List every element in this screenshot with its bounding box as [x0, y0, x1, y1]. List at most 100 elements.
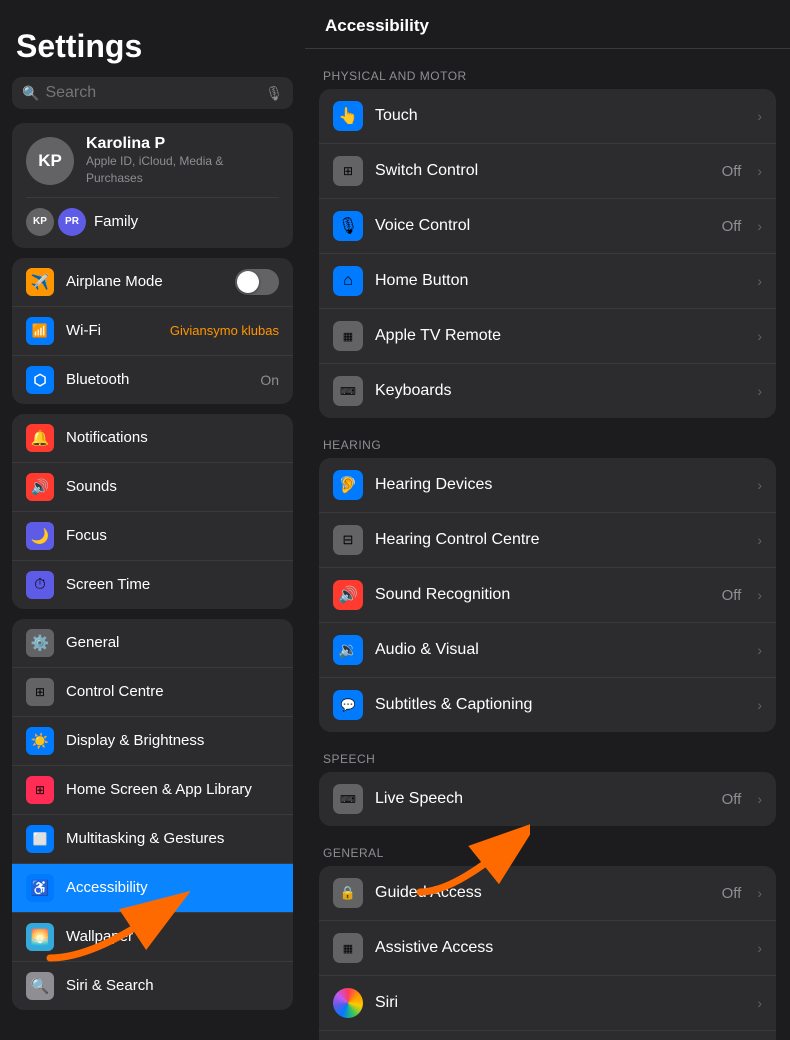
chevron-icon: ›	[757, 885, 762, 901]
wallpaper-icon: 🌅	[26, 923, 54, 951]
section-label-speech: SPEECH	[319, 752, 776, 766]
section-label-hearing: HEARING	[319, 438, 776, 452]
switch-control-value: Off	[722, 163, 742, 180]
hearing-devices-icon: 🦻	[333, 470, 363, 500]
sound-recognition-value: Off	[722, 587, 742, 604]
hearing-devices-label: Hearing Devices	[375, 476, 745, 494]
sidebar-item-bluetooth[interactable]: ⬡ Bluetooth On	[12, 356, 293, 404]
sidebar-item-screen-time[interactable]: ⏱ Screen Time	[12, 561, 293, 609]
hearing-group: 🦻 Hearing Devices › ⊟ Hearing Control Ce…	[319, 458, 776, 732]
subtitles-icon: 💬	[333, 690, 363, 720]
sound-recognition-label: Sound Recognition	[375, 586, 710, 604]
search-input[interactable]	[45, 84, 259, 102]
chevron-icon: ›	[757, 791, 762, 807]
guided-access-value: Off	[722, 885, 742, 902]
panel-item-sound-recognition[interactable]: 🔊 Sound Recognition Off ›	[319, 568, 776, 623]
sidebar-item-wallpaper[interactable]: 🌅 Wallpaper	[12, 913, 293, 962]
wifi-value: Giviansymo klubas	[170, 323, 279, 338]
sidebar-item-notifications[interactable]: 🔔 Notifications	[12, 414, 293, 463]
sidebar-item-multitasking[interactable]: ⬜ Multitasking & Gestures	[12, 815, 293, 864]
chevron-icon: ›	[757, 642, 762, 658]
family-avatars: KP PR	[26, 208, 86, 236]
chevron-icon: ›	[757, 383, 762, 399]
family-avatar-pr: PR	[58, 208, 86, 236]
avatar: KP	[26, 137, 74, 185]
home-screen-icon: ⊞	[26, 776, 54, 804]
panel-item-keyboards[interactable]: ⌨ Keyboards ›	[319, 364, 776, 418]
voice-control-icon: 🎙	[333, 211, 363, 241]
main-panel: Accessibility PHYSICAL AND MOTOR 👆 Touch…	[305, 0, 790, 1040]
touch-label: Touch	[375, 107, 745, 125]
chevron-icon: ›	[757, 477, 762, 493]
family-row[interactable]: KP PR Family	[26, 197, 279, 236]
chevron-icon: ›	[757, 587, 762, 603]
wifi-icon: 📶	[26, 317, 54, 345]
display-brightness-label: Display & Brightness	[66, 731, 279, 751]
panel-item-apple-tv-remote[interactable]: ▦ Apple TV Remote ›	[319, 309, 776, 364]
sidebar-item-focus[interactable]: 🌙 Focus	[12, 512, 293, 561]
sidebar-scroll: KP Karolina P Apple ID, iCloud, Media & …	[0, 123, 305, 1040]
live-speech-value: Off	[722, 791, 742, 808]
airplane-mode-label: Airplane Mode	[66, 272, 223, 292]
focus-label: Focus	[66, 526, 279, 546]
sidebar-item-wifi[interactable]: 📶 Wi-Fi Giviansymo klubas	[12, 307, 293, 356]
panel-item-guided-access[interactable]: 🔒 Guided Access Off ›	[319, 866, 776, 921]
bluetooth-label: Bluetooth	[66, 370, 248, 390]
panel-item-siri[interactable]: Siri ›	[319, 976, 776, 1031]
panel-item-live-speech[interactable]: ⌨ Live Speech Off ›	[319, 772, 776, 826]
sidebar-item-sounds[interactable]: 🔊 Sounds	[12, 463, 293, 512]
sidebar-item-home-screen[interactable]: ⊞ Home Screen & App Library	[12, 766, 293, 815]
sidebar-item-general[interactable]: ⚙️ General	[12, 619, 293, 668]
apple-tv-remote-label: Apple TV Remote	[375, 327, 745, 345]
panel-item-voice-control[interactable]: 🎙 Voice Control Off ›	[319, 199, 776, 254]
accessibility-label: Accessibility	[66, 878, 279, 898]
sidebar-item-control-centre[interactable]: ⊞ Control Centre	[12, 668, 293, 717]
panel-item-audio-visual[interactable]: 🔉 Audio & Visual ›	[319, 623, 776, 678]
chevron-icon: ›	[757, 995, 762, 1011]
touch-icon: 👆	[333, 101, 363, 131]
sounds-label: Sounds	[66, 477, 279, 497]
panel-item-hearing-devices[interactable]: 🦻 Hearing Devices ›	[319, 458, 776, 513]
display-brightness-icon: ☀️	[26, 727, 54, 755]
airplane-mode-icon: ✈️	[26, 268, 54, 296]
panel-item-hearing-control-centre[interactable]: ⊟ Hearing Control Centre ›	[319, 513, 776, 568]
family-avatar-kp: KP	[26, 208, 54, 236]
chevron-icon: ›	[757, 218, 762, 234]
panel-item-accessibility-shortcut[interactable]: ♿ Accessibility Shortcut Off ›	[319, 1031, 776, 1040]
notification-group: 🔔 Notifications 🔊 Sounds 🌙 Focus ⏱ Scree…	[12, 414, 293, 609]
panel-item-touch[interactable]: 👆 Touch ›	[319, 89, 776, 144]
panel-item-assistive-access[interactable]: ▦ Assistive Access ›	[319, 921, 776, 976]
sidebar-item-airplane-mode[interactable]: ✈️ Airplane Mode	[12, 258, 293, 307]
sidebar-item-siri-search[interactable]: 🔍 Siri & Search	[12, 962, 293, 1010]
panel-item-switch-control[interactable]: ⊞ Switch Control Off ›	[319, 144, 776, 199]
search-bar[interactable]: 🔍 🎙	[12, 77, 293, 109]
switch-control-label: Switch Control	[375, 162, 710, 180]
audio-visual-label: Audio & Visual	[375, 641, 745, 659]
multitasking-label: Multitasking & Gestures	[66, 829, 279, 849]
keyboards-label: Keyboards	[375, 382, 745, 400]
panel-item-home-button[interactable]: ⌂ Home Button ›	[319, 254, 776, 309]
sidebar-item-display-brightness[interactable]: ☀️ Display & Brightness	[12, 717, 293, 766]
sounds-icon: 🔊	[26, 473, 54, 501]
hearing-control-centre-label: Hearing Control Centre	[375, 531, 745, 549]
search-icon: 🔍	[22, 85, 39, 102]
airplane-mode-toggle[interactable]	[235, 269, 279, 295]
general-icon: ⚙️	[26, 629, 54, 657]
notifications-label: Notifications	[66, 428, 279, 448]
wifi-label: Wi-Fi	[66, 321, 158, 341]
sidebar-item-accessibility[interactable]: ♿ Accessibility	[12, 864, 293, 913]
screen-time-icon: ⏱	[26, 571, 54, 599]
home-screen-label: Home Screen & App Library	[66, 780, 279, 800]
profile-row: KP Karolina P Apple ID, iCloud, Media & …	[26, 135, 279, 187]
panel-item-subtitles[interactable]: 💬 Subtitles & Captioning ›	[319, 678, 776, 732]
bluetooth-value: On	[260, 372, 279, 388]
audio-visual-icon: 🔉	[333, 635, 363, 665]
sidebar-title: Settings	[0, 0, 305, 77]
multitasking-icon: ⬜	[26, 825, 54, 853]
accessibility-icon: ♿	[26, 874, 54, 902]
chevron-icon: ›	[757, 940, 762, 956]
siri-search-icon: 🔍	[26, 972, 54, 1000]
profile-section[interactable]: KP Karolina P Apple ID, iCloud, Media & …	[12, 123, 293, 248]
control-centre-icon: ⊞	[26, 678, 54, 706]
general-group: ⚙️ General ⊞ Control Centre ☀️ Display &…	[12, 619, 293, 1010]
